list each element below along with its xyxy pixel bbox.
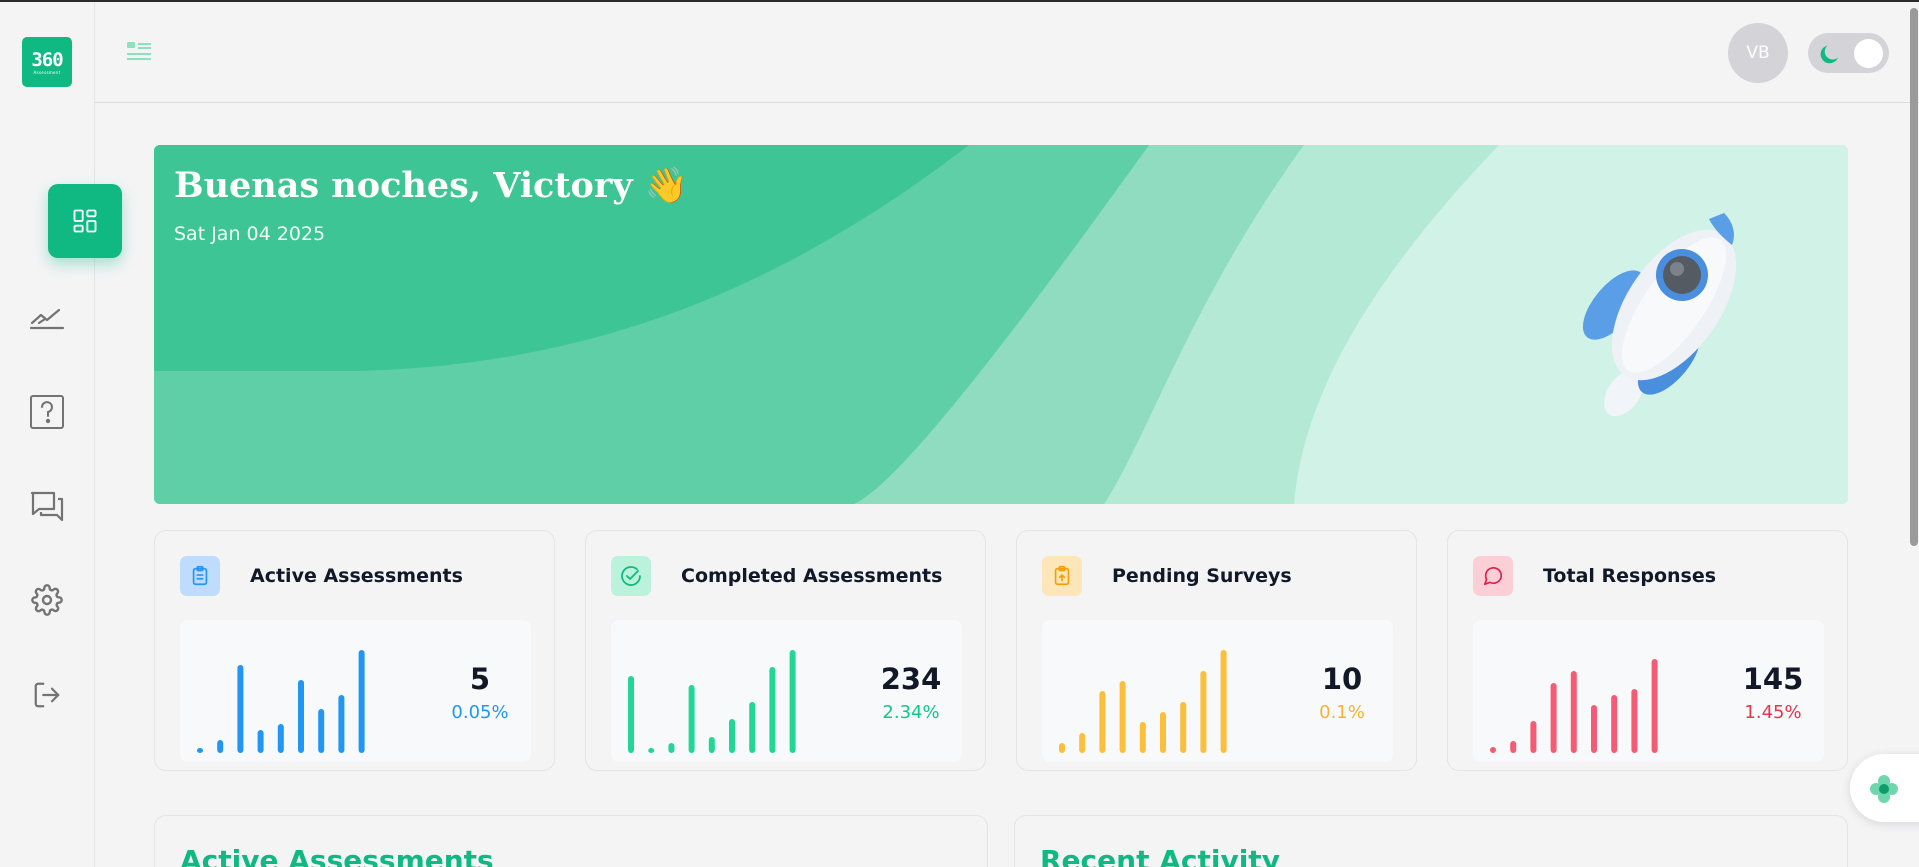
rocket-illustration <box>1582 213 1737 417</box>
chart-bar <box>648 748 655 753</box>
chart-bar <box>1200 671 1207 753</box>
sidebar-item-settings[interactable] <box>22 575 72 625</box>
stat-value: 5 <box>469 662 491 696</box>
chart-bar <box>237 665 244 753</box>
welcome-banner: Buenas noches, Victory 👋 Sat Jan 04 2025 <box>154 145 1848 504</box>
chart-bar <box>358 650 365 753</box>
chart-bar <box>668 743 675 753</box>
logo-text: 360 <box>31 48 63 71</box>
stat-icon-container <box>611 556 651 596</box>
chart-bar <box>1180 702 1187 753</box>
logout-icon <box>34 682 60 708</box>
gear-icon <box>31 584 63 616</box>
recent-activity-panel: Recent Activity <box>1014 815 1848 867</box>
stat-value: 10 <box>1321 662 1363 696</box>
stat-change: 0.05% <box>451 702 509 723</box>
logo-subtext: Assessment <box>33 69 61 75</box>
panel-title: Active Assessments <box>180 844 494 867</box>
chart-bar <box>217 740 224 753</box>
toggle-knob <box>1854 39 1883 68</box>
chart-bar <box>318 709 325 753</box>
stat-title: Active Assessments <box>250 565 463 587</box>
panel-title: Recent Activity <box>1040 844 1280 867</box>
sidebar-item-assessments[interactable] <box>22 292 72 342</box>
chart-bar <box>1490 747 1496 753</box>
chart-bar <box>338 695 345 753</box>
sidebar: 360 Assessment <box>0 2 122 867</box>
chart-bar <box>277 724 284 753</box>
chart-bar <box>688 685 695 753</box>
top-bar: VB <box>95 2 1919 103</box>
sidebar-item-messages[interactable] <box>22 482 72 532</box>
dashboard-icon <box>73 209 97 233</box>
menu-icon <box>127 42 151 60</box>
current-date: Sat Jan 04 2025 <box>174 223 326 245</box>
chart-bar <box>708 737 715 753</box>
chart-bar <box>1099 691 1106 753</box>
clipboard-upload-icon <box>1054 566 1070 586</box>
stat-title: Total Responses <box>1543 565 1717 587</box>
stat-change: 0.1% <box>1319 702 1365 723</box>
clipboard-icon <box>192 566 208 586</box>
stat-card-total-responses[interactable]: Total Responses 145 1.45% <box>1447 530 1848 771</box>
page-scrollbar[interactable] <box>1908 2 1919 867</box>
stat-value: 145 <box>1742 662 1804 696</box>
stat-value: 234 <box>880 662 942 696</box>
chat-icon <box>30 491 64 522</box>
scrollbar-thumb[interactable] <box>1910 8 1918 546</box>
stat-change: 1.45% <box>1744 702 1802 723</box>
stat-card-pending-surveys[interactable]: Pending Surveys 10 0.1% <box>1016 530 1417 771</box>
chart-bar <box>257 730 264 753</box>
chart-bar <box>749 702 756 753</box>
chart-bar <box>789 650 796 753</box>
chart-bar <box>1570 671 1577 753</box>
chart-bar <box>1530 721 1537 753</box>
active-assessments-panel: Active Assessments <box>154 815 988 867</box>
chart-bar <box>1510 741 1517 753</box>
chart-bar <box>1611 695 1618 753</box>
chart-line-icon <box>29 308 65 330</box>
user-avatar[interactable]: VB <box>1728 23 1788 83</box>
chart-bar <box>298 680 304 753</box>
check-circle-icon <box>621 566 641 586</box>
chart-bar <box>729 719 735 753</box>
chart-bar <box>197 748 203 753</box>
stat-title: Pending Surveys <box>1112 565 1292 587</box>
stat-chart: 10 0.1% <box>1042 620 1393 762</box>
chart-bar <box>628 676 634 753</box>
app-logo[interactable]: 360 Assessment <box>22 37 72 87</box>
chart-bar <box>1550 683 1557 753</box>
greeting-title: Buenas noches, Victory 👋 <box>174 165 689 206</box>
stat-change: 2.34% <box>882 702 940 723</box>
moon-icon <box>1820 45 1838 64</box>
sidebar-item-dashboard[interactable] <box>48 184 122 258</box>
stat-card-completed-assessments[interactable]: Completed Assessments 234 2.34% <box>585 530 986 771</box>
stat-chart: 234 2.34% <box>611 620 962 762</box>
chart-bar <box>1119 681 1126 753</box>
stat-title: Completed Assessments <box>681 565 943 587</box>
stat-icon-container <box>1473 556 1513 596</box>
stat-chart: 5 0.05% <box>180 620 531 762</box>
stat-icon-container <box>1042 556 1082 596</box>
question-icon <box>30 395 64 429</box>
chart-bar <box>1160 712 1166 753</box>
chart-bar <box>769 667 776 753</box>
chart-bar <box>1220 650 1227 753</box>
stat-chart: 145 1.45% <box>1473 620 1824 762</box>
chart-bar <box>1059 743 1065 753</box>
chart-bar <box>1631 689 1638 753</box>
chart-bar <box>1591 705 1597 753</box>
sidebar-item-logout[interactable] <box>22 670 72 720</box>
theme-toggle[interactable] <box>1808 33 1889 73</box>
stat-card-active-assessments[interactable]: Active Assessments 5 0.05% <box>154 530 555 771</box>
chart-bar <box>1651 659 1658 753</box>
avatar-initials: VB <box>1746 43 1770 63</box>
flower-icon <box>1870 775 1898 803</box>
chart-bar <box>1079 733 1086 753</box>
stat-icon-container <box>180 556 220 596</box>
sidebar-item-questions[interactable] <box>22 387 72 437</box>
message-circle-icon <box>1483 567 1503 586</box>
menu-toggle-button[interactable] <box>125 38 153 66</box>
chart-bar <box>1139 722 1146 753</box>
